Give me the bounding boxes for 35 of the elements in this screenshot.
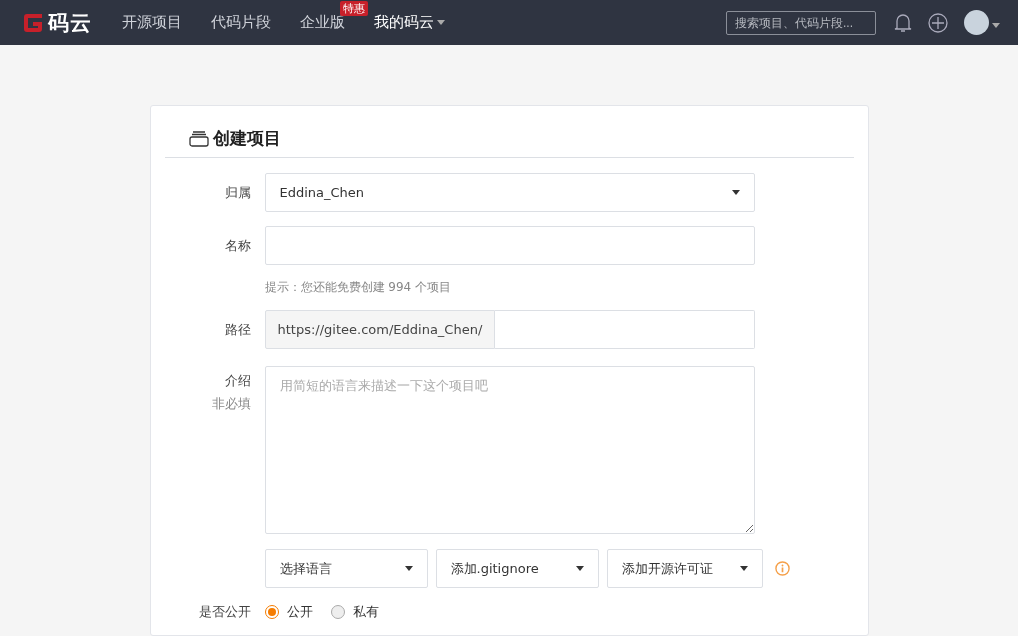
caret-icon <box>404 566 413 571</box>
dropdown-select[interactable]: 添加.gitignore <box>435 549 599 588</box>
field-label: 介绍 <box>223 372 251 390</box>
nav-link[interactable]: 开源项目 <box>122 13 182 32</box>
owner-select[interactable]: Eddina_Chen <box>264 173 755 212</box>
hint-text: 提示：您还能免费创建 994 个项目 <box>264 279 453 296</box>
caret-icon <box>731 190 740 195</box>
url-prefix: https://gitee.com/Eddina_Chen/ <box>264 310 496 349</box>
caret-icon <box>992 23 1000 28</box>
caret-icon <box>437 20 445 25</box>
field-label: 归属 <box>223 184 252 202</box>
folder-icon <box>188 130 209 147</box>
plus-circle-icon[interactable] <box>928 12 948 33</box>
dropdown-select[interactable]: 选择语言 <box>264 549 428 588</box>
visibility-radio[interactable]: 私有 <box>330 600 379 624</box>
avatar[interactable] <box>964 10 989 35</box>
name-input[interactable] <box>264 226 755 265</box>
visibility-radio[interactable]: 公开 <box>264 600 313 624</box>
path-input[interactable] <box>495 310 755 349</box>
page-title: 创建项目 <box>212 127 281 150</box>
optional-label: 非必填 <box>210 396 251 411</box>
nav-link[interactable]: 我的码云 <box>374 13 445 32</box>
bell-icon[interactable] <box>894 12 912 33</box>
nav-link[interactable]: 企业版 <box>300 13 345 32</box>
dropdown-select[interactable]: 添加开源许可证 <box>606 549 763 588</box>
field-label: 是否公开 <box>197 603 252 621</box>
caret-icon <box>739 566 748 571</box>
logo-text: 码云 <box>48 9 92 37</box>
search-field[interactable]: 搜索项目、代码片段... <box>726 10 876 35</box>
caret-icon <box>575 566 584 571</box>
promo-badge: 特惠 <box>340 1 368 16</box>
field-label: 名称 <box>223 237 252 255</box>
field-label: 路径 <box>223 321 252 339</box>
nav-link[interactable]: 代码片段 <box>211 13 271 32</box>
logo-icon <box>22 11 44 34</box>
